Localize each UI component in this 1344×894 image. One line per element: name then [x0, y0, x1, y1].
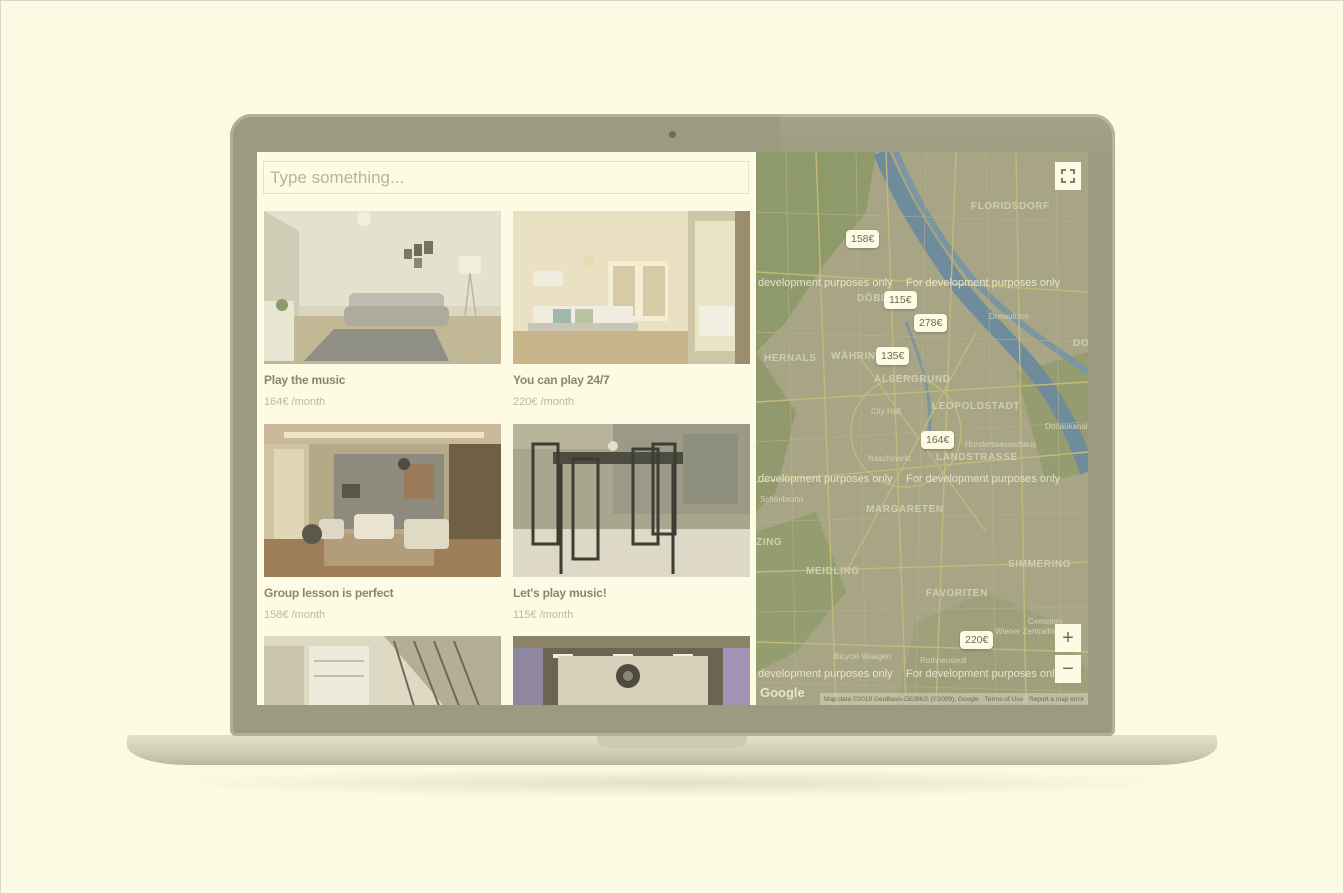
dev-watermark: development purposes only	[758, 473, 893, 485]
listing-card[interactable]: Group lesson is perfect 158€ /month	[264, 424, 501, 621]
listing-card[interactable]	[513, 636, 750, 705]
map-district-label: FLORIDSDORF	[971, 201, 1050, 212]
map-place-label: Schönbrunn	[760, 495, 804, 504]
listing-price: 158€ /month	[264, 609, 326, 621]
dev-watermark: For development purposes only	[906, 668, 1061, 680]
map-place-label: Donaukanal	[1045, 422, 1088, 431]
listing-card[interactable]	[264, 636, 501, 705]
listing-price: 164€ /month	[264, 396, 326, 408]
listing-photo-stairs[interactable]	[264, 636, 501, 705]
map-data-credit: Map data ©2019 GeoBasis-DE/BKG (©2009), …	[823, 695, 979, 703]
map-price-marker[interactable]: 158€	[846, 230, 880, 248]
map-price-marker[interactable]: 278€	[914, 314, 948, 332]
search-input[interactable]	[263, 161, 749, 194]
map-place-label: City Hall	[871, 407, 901, 416]
listing-photo-studio[interactable]	[513, 636, 750, 705]
listing-photo-dining[interactable]	[513, 424, 750, 577]
listing-photo-lounge[interactable]	[264, 424, 501, 577]
map-district-label: ALSERGRUND	[874, 374, 951, 385]
listing-photo-bedroom[interactable]	[513, 211, 750, 364]
dev-watermark: For development purposes only	[906, 473, 1061, 485]
listing-title[interactable]: Group lesson is perfect	[264, 586, 501, 600]
map-price-marker[interactable]: 115€	[884, 291, 917, 309]
listing-title[interactable]: Let's play music!	[513, 586, 750, 600]
map-place-label: Rothneusiedl	[920, 656, 967, 665]
zoom-out-button[interactable]: −	[1055, 655, 1081, 683]
dev-watermark: development purposes only	[758, 668, 893, 680]
google-logo: Google	[760, 685, 805, 700]
laptop-screen: Play the music 164€ /month	[257, 152, 1088, 705]
fullscreen-button[interactable]	[1055, 162, 1081, 190]
listing-price: 115€ /month	[513, 609, 574, 621]
listing-title[interactable]: Play the music	[264, 373, 501, 387]
laptop-shadow	[150, 768, 1195, 798]
dev-watermark: For development purposes only	[906, 277, 1061, 289]
map-district-label: LEOPOLDSTADT	[932, 401, 1021, 412]
map[interactable]: FLORIDSDORF HERNALS WÄHRING ALSERGRUND L…	[756, 152, 1088, 705]
map-district-label: LANDSTRASSE	[936, 452, 1018, 463]
map-district-label: MARGARETEN	[866, 504, 944, 515]
fullscreen-icon	[1061, 169, 1075, 183]
map-place-label: Hundertwasserhaus	[965, 440, 1037, 449]
map-price-marker[interactable]: 164€	[921, 431, 955, 449]
listing-price: 220€ /month	[513, 396, 575, 408]
terms-link[interactable]: Terms of Use	[985, 696, 1023, 703]
report-error-link[interactable]: Report a map error	[1029, 696, 1084, 703]
map-district-label: HERNALS	[764, 353, 817, 364]
zoom-in-button[interactable]: +	[1055, 624, 1081, 652]
map-place-label: Naschmarkt	[868, 454, 911, 463]
map-district-label: FAVORITEN	[926, 588, 988, 599]
map-place-label: Donauturm	[989, 312, 1029, 321]
listing-card[interactable]: You can play 24/7 220€ /month	[513, 211, 750, 408]
listing-panel: Play the music 164€ /month	[257, 152, 756, 705]
listing-photo-living-room[interactable]	[264, 211, 501, 364]
plus-icon: +	[1062, 626, 1074, 649]
map-district-label: SIMMERING	[1008, 559, 1072, 570]
minus-icon: −	[1062, 657, 1074, 680]
laptop-notch	[597, 735, 747, 748]
map-district-label: DO	[1073, 338, 1088, 349]
map-price-marker[interactable]: 220€	[960, 631, 994, 649]
map-district-label: MEIDLING	[806, 566, 860, 577]
map-price-marker[interactable]: 135€	[876, 347, 910, 365]
map-attribution: Map data ©2019 GeoBasis-DE/BKG (©2009), …	[819, 693, 1088, 705]
listing-title[interactable]: You can play 24/7	[513, 373, 750, 387]
map-place-label: Bicycle Waagen	[834, 652, 892, 661]
listing-card[interactable]: Let's play music! 115€ /month	[513, 424, 750, 621]
map-district-label: ZING	[756, 537, 783, 548]
listing-card[interactable]: Play the music 164€ /month	[264, 211, 501, 408]
camera-icon	[669, 131, 676, 138]
dev-watermark: development purposes only	[758, 277, 893, 289]
